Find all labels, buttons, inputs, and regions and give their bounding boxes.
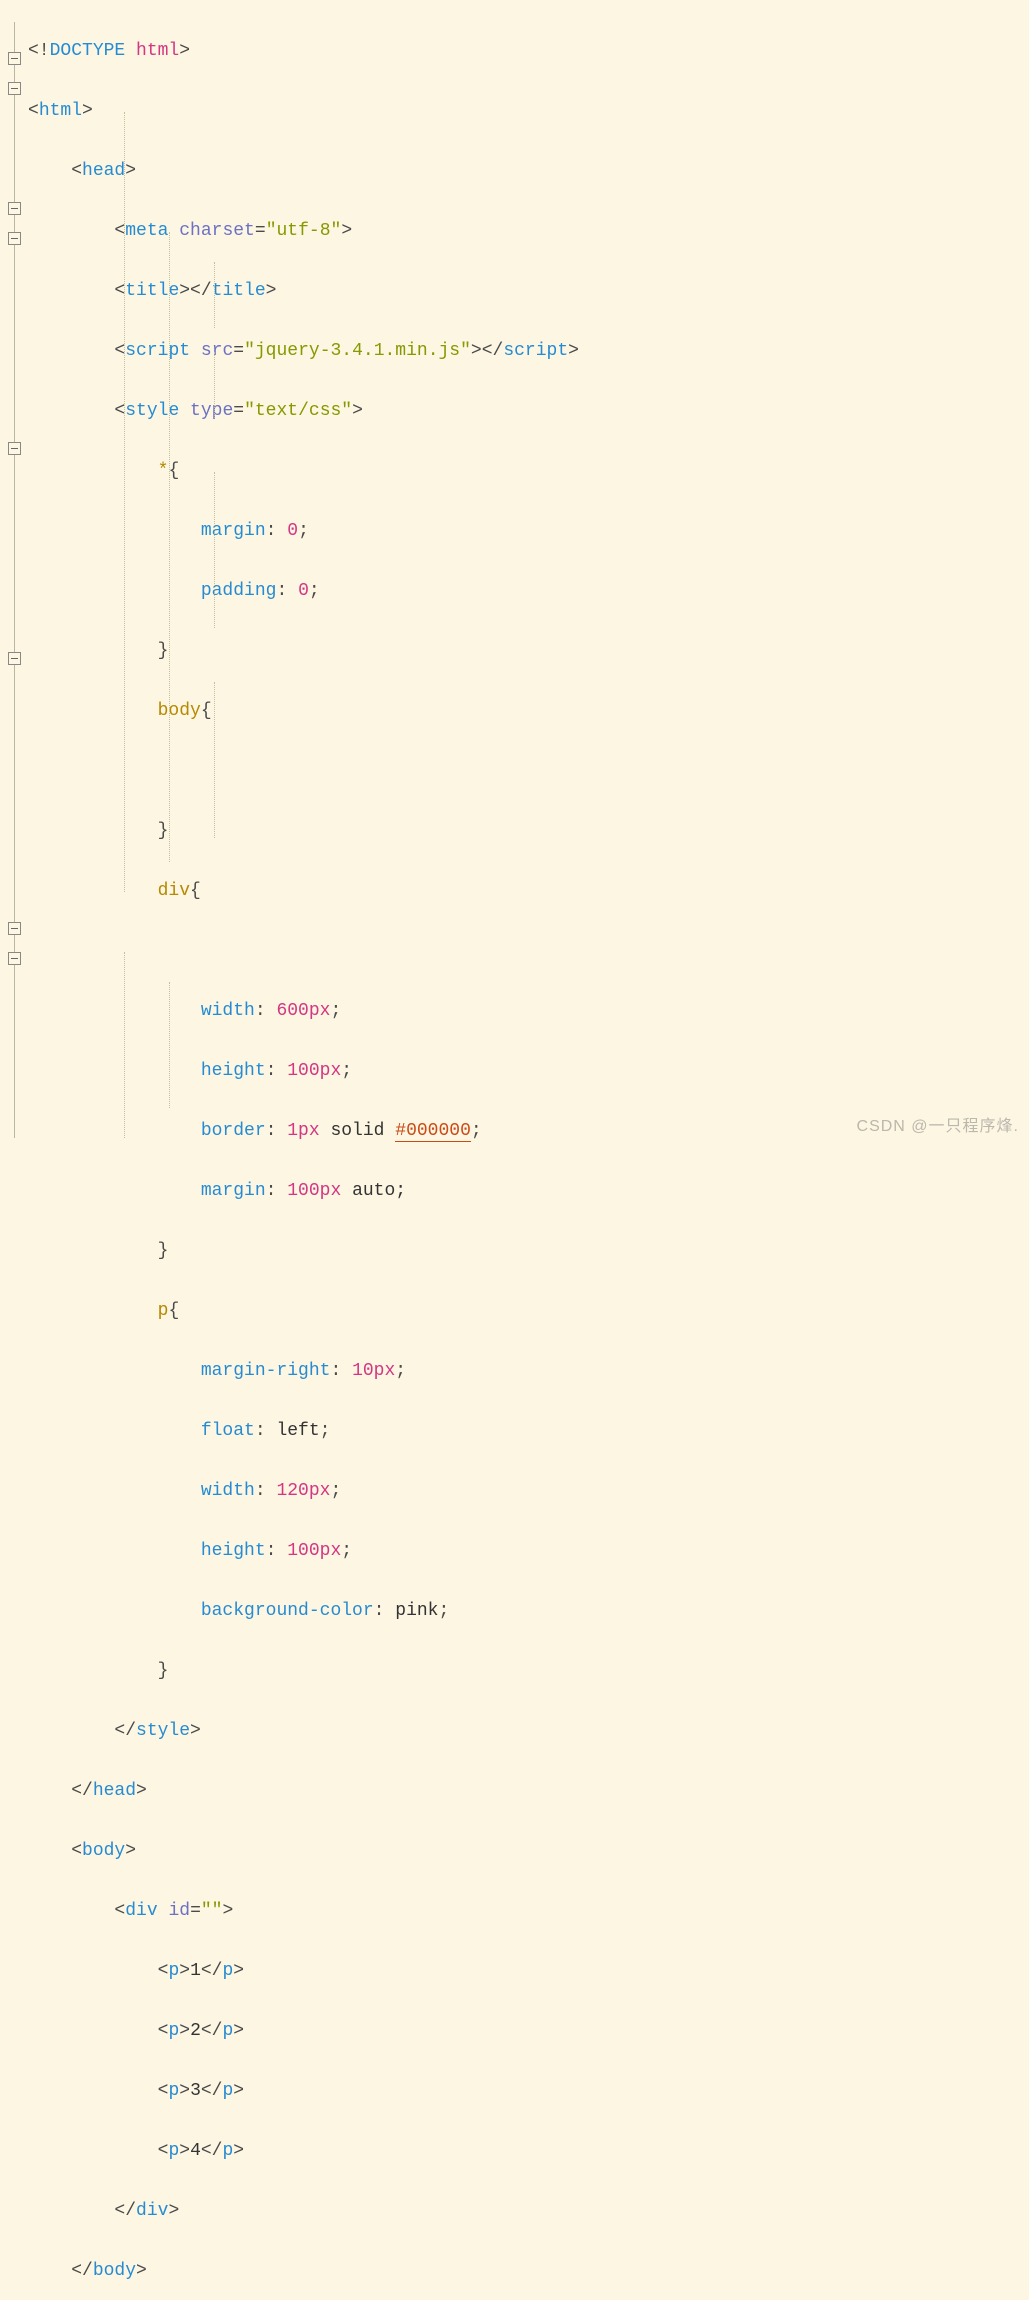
code-editor: <!DOCTYPE html> <html> <head> <meta char…: [0, 0, 1029, 2300]
indent-guide: [214, 262, 215, 328]
fold-gutter: [0, 6, 28, 2300]
fold-toggle-icon[interactable]: [8, 652, 21, 665]
fold-toggle-icon[interactable]: [8, 202, 21, 215]
code-line: p{: [28, 1296, 579, 1326]
code-line: margin: 0;: [28, 516, 579, 546]
indent-guide: [214, 472, 215, 628]
code-line: height: 100px;: [28, 1056, 579, 1086]
code-line: }: [28, 636, 579, 666]
code-line: height: 100px;: [28, 1536, 579, 1566]
code-line: [28, 756, 579, 786]
code-line: <title></title>: [28, 276, 579, 306]
indent-guide: [169, 982, 170, 1108]
code-line: <!DOCTYPE html>: [28, 36, 579, 66]
fold-toggle-icon[interactable]: [8, 52, 21, 65]
code-line: </style>: [28, 1716, 579, 1746]
code-line: </head>: [28, 1776, 579, 1806]
code-line: }: [28, 816, 579, 846]
code-line: [28, 936, 579, 966]
fold-toggle-icon[interactable]: [8, 922, 21, 935]
code-line: <p>2</p>: [28, 2016, 579, 2046]
code-line: <meta charset="utf-8">: [28, 216, 579, 246]
code-line: <script src="jquery-3.4.1.min.js"></scri…: [28, 336, 579, 366]
code-line: <body>: [28, 1836, 579, 1866]
code-line: </div>: [28, 2196, 579, 2226]
code-line: body{: [28, 696, 579, 726]
code-line: padding: 0;: [28, 576, 579, 606]
watermark-text: CSDN @一只程序烽.: [857, 1112, 1019, 1142]
code-line: }: [28, 1656, 579, 1686]
code-line: margin: 100px auto;: [28, 1176, 579, 1206]
indent-guide: [124, 112, 125, 892]
fold-toggle-icon[interactable]: [8, 232, 21, 245]
code-line: <html>: [28, 96, 579, 126]
indent-guide: [124, 952, 125, 1138]
code-area-wrap: <!DOCTYPE html> <html> <head> <meta char…: [28, 6, 579, 2300]
code-line: <style type="text/css">: [28, 396, 579, 426]
indent-guide: [214, 352, 215, 418]
code-line: border: 1px solid #000000;: [28, 1116, 579, 1146]
code-line: }: [28, 1236, 579, 1266]
code-line: background-color: pink;: [28, 1596, 579, 1626]
code-line: width: 120px;: [28, 1476, 579, 1506]
code-line: <div id="">: [28, 1896, 579, 1926]
code-line: </body>: [28, 2256, 579, 2286]
code-line: margin-right: 10px;: [28, 1356, 579, 1386]
fold-toggle-icon[interactable]: [8, 442, 21, 455]
fold-toggle-icon[interactable]: [8, 952, 21, 965]
indent-guide: [169, 232, 170, 862]
code-line: *{: [28, 456, 579, 486]
code-line: <p>4</p>: [28, 2136, 579, 2166]
code-line: width: 600px;: [28, 996, 579, 1026]
code-line: <p>3</p>: [28, 2076, 579, 2106]
code-line: div{: [28, 876, 579, 906]
fold-toggle-icon[interactable]: [8, 82, 21, 95]
indent-guide: [214, 682, 215, 838]
code-area: <!DOCTYPE html> <html> <head> <meta char…: [28, 6, 579, 2300]
code-line: <p>1</p>: [28, 1956, 579, 1986]
code-line: float: left;: [28, 1416, 579, 1446]
gutter-line: [14, 22, 15, 1138]
code-line: <head>: [28, 156, 579, 186]
